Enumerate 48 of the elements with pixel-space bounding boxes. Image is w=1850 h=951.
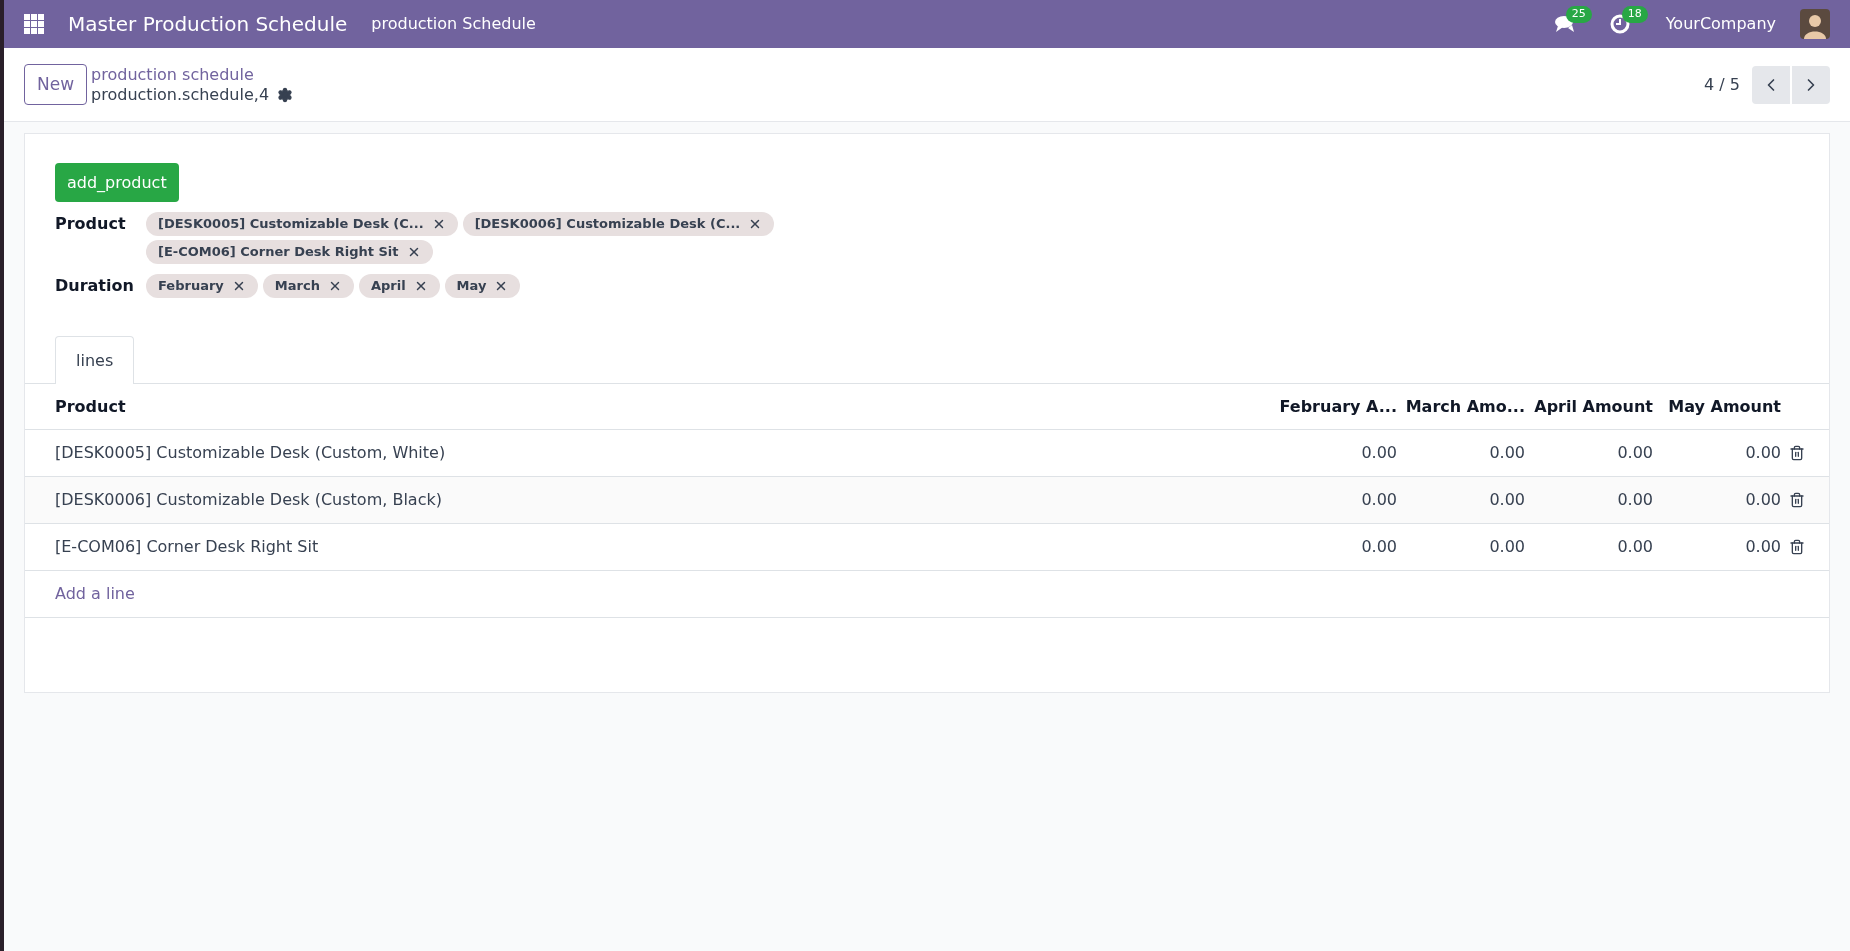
table-cell-text: 0.00 [1360,489,1398,511]
add-product-button[interactable]: add_product [55,163,179,202]
delete-icon[interactable] [1789,492,1805,508]
field-label: Duration [55,275,135,297]
add-line-link[interactable]: Add a line [55,582,135,606]
company-name[interactable]: YourCompany [1665,12,1776,36]
message-count-badge: 25 [1565,6,1592,23]
table-cell-text: 0.00 [1616,442,1654,464]
clock-icon[interactable] [1609,14,1630,34]
table-cell-text: 0.00 [1360,442,1398,464]
activity-count-badge: 18 [1621,6,1648,23]
table-cell-text: [DESK0005] Customizable Desk (Custom, White) [54,442,447,464]
table-cell-text: 0.00 [1488,442,1526,464]
pager-value: 4 / 5 [1704,73,1740,96]
apps-menu-icon[interactable] [24,14,44,34]
column-header[interactable]: March Amo... [1405,394,1533,419]
column-header[interactable]: Product [25,394,1277,419]
tag-chip: May [444,274,521,298]
table-cell-text: 0.00 [1616,536,1654,558]
tag-chip: [E-COM06] Corner Desk Right Sit [146,240,433,264]
tag-chip: February [146,274,258,298]
table-cell-text: 0.00 [1488,489,1526,511]
app-title[interactable]: Master Production Schedule [68,9,348,39]
column-header[interactable]: February A... [1277,394,1405,419]
tag-chip: [DESK0006] Customizable Desk (C... [462,212,775,236]
table-cell-text: [E-COM06] Corner Desk Right Sit [54,536,320,558]
tag-chip: April [358,274,440,298]
record-name: production.schedule,4 [91,84,270,105]
tag-chip: [DESK0005] Customizable Desk (C... [146,212,458,236]
avatar-icon[interactable] [1800,9,1830,39]
breadcrumb-link[interactable]: production schedule [91,64,294,85]
tab[interactable]: lines [55,336,135,384]
table-cell-text: 0.00 [1360,536,1398,558]
delete-icon[interactable] [1789,445,1805,461]
table-cell-text: 0.00 [1488,536,1526,558]
new-button[interactable]: New [24,64,88,105]
table-cell-text: 0.00 [1744,536,1782,558]
column-header[interactable]: April Amount [1533,394,1661,419]
tag-chip: March [262,274,354,298]
field-label: Product [55,213,127,235]
column-header[interactable]: May Amount [1661,394,1789,419]
table-cell-text: 0.00 [1744,442,1782,464]
menu-item[interactable]: production Schedule [371,12,536,36]
table-cell-text: [DESK0006] Customizable Desk (Custom, Black) [54,489,443,511]
table-cell-text: 0.00 [1616,489,1654,511]
settings-icon[interactable] [277,86,294,103]
table-cell-text: 0.00 [1744,489,1782,511]
delete-icon[interactable] [1789,539,1805,555]
